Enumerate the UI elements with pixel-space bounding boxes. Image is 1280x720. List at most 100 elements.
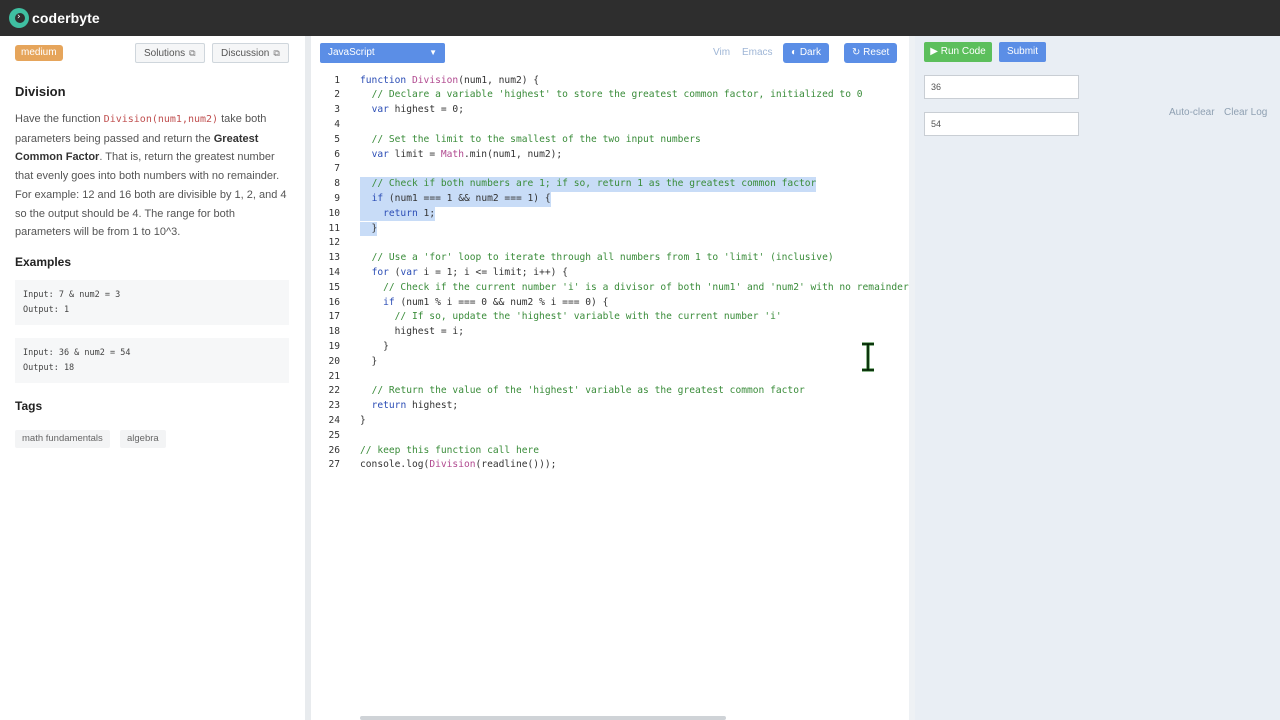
code-text: // If so, update the 'highest' variable … [394, 311, 782, 323]
horizontal-scrollbar[interactable] [360, 716, 726, 720]
coderbyte-logo[interactable]: › coderbyte [9, 8, 100, 28]
code-line[interactable]: 12 [311, 236, 909, 251]
line-number: 13 [328, 252, 340, 264]
code-line[interactable]: 23 return highest; [311, 399, 909, 414]
code-line[interactable]: 11 } [311, 221, 909, 237]
code-line[interactable]: 19 } [311, 340, 909, 355]
submit-button[interactable]: Submit [999, 42, 1046, 62]
clear-log-button[interactable]: Clear Log [1224, 107, 1267, 118]
line-number: 11 [328, 222, 340, 234]
function-signature: Division(num1,num2) [103, 114, 219, 125]
example-block: Input: 36 & num2 = 54 Output: 18 [15, 338, 289, 383]
line-number: 21 [328, 370, 340, 382]
code-text: // Return the value of the 'highest' var… [371, 385, 805, 397]
code-text: // Declare a variable 'highest' to store… [371, 89, 863, 101]
code-line[interactable]: 4 [311, 118, 909, 133]
discussion-button[interactable]: Discussion ⧉ [212, 43, 289, 63]
vim-toggle[interactable]: Vim [713, 47, 730, 58]
example-block: Input: 7 & num2 = 3 Output: 1 [15, 280, 289, 325]
code-line[interactable]: 5 // Set the limit to the smallest of th… [311, 133, 909, 148]
line-number: 12 [328, 237, 340, 249]
code-text: for (var i = 1; i <= limit; i++) { [371, 266, 568, 278]
code-line[interactable]: 1 function Division(num1, num2) { [311, 74, 909, 89]
code-text: if (num1 === 1 && num2 === 1) { [360, 191, 551, 207]
line-number: 3 [334, 104, 340, 116]
code-line[interactable]: 8 // Check if both numbers are 1; if so,… [311, 177, 909, 192]
code-text: function Division(num1, num2) { [360, 74, 540, 86]
code-line[interactable]: 6 var limit = Math.min(num1, num2); [311, 148, 909, 163]
code-text: // Check if the current number 'i' is a … [383, 281, 909, 293]
code-line[interactable]: 14 for (var i = 1; i <= limit; i++) { [311, 266, 909, 281]
code-line[interactable]: 13 // Use a 'for' loop to iterate throug… [311, 251, 909, 266]
code-line[interactable]: 27 console.log(Division(readline())); [311, 458, 909, 473]
code-line[interactable]: 3 var highest = 0; [311, 103, 909, 118]
code-line[interactable]: 9 if (num1 === 1 && num2 === 1) { [311, 191, 909, 207]
auto-clear-toggle[interactable]: Auto-clear [1169, 107, 1215, 118]
code-text: console.log(Division(readline())); [360, 459, 557, 471]
output-panel: ▶ Run Code Submit 36 54 Auto-clear Clear… [915, 36, 1280, 720]
code-line[interactable]: 22 // Return the value of the 'highest' … [311, 384, 909, 399]
logo-text: coderbyte [32, 10, 100, 26]
code-text: } [360, 340, 389, 352]
examples-heading: Examples [15, 255, 72, 269]
code-line[interactable]: 17 // If so, update the 'highest' variab… [311, 310, 909, 325]
code-text: // Check if both numbers are 1; if so, r… [360, 177, 817, 192]
code-line[interactable]: 21 [311, 370, 909, 385]
line-number: 8 [334, 178, 340, 190]
line-number: 4 [334, 118, 340, 130]
line-number: 14 [328, 266, 340, 278]
play-icon: ▶ [930, 46, 938, 57]
line-number: 26 [328, 444, 340, 456]
emacs-toggle[interactable]: Emacs [742, 47, 773, 58]
top-bar: › coderbyte [0, 0, 1280, 36]
code-text: var highest = 0; [371, 104, 464, 116]
code-line[interactable]: 26 // keep this function call here [311, 444, 909, 459]
solutions-label: Solutions [144, 48, 186, 59]
test-input-1[interactable]: 36 [924, 75, 1079, 99]
run-code-button[interactable]: ▶ Run Code [924, 42, 992, 62]
code-line[interactable]: 24} [311, 414, 909, 429]
language-select[interactable]: JavaScript ▼ [320, 43, 445, 63]
line-number: 19 [328, 340, 340, 352]
external-link-icon: ⧉ [189, 48, 196, 58]
code-text: // keep this function call here [360, 444, 540, 456]
reset-button[interactable]: ↻ Reset [844, 43, 898, 63]
code-text: } [360, 221, 378, 237]
code-line[interactable]: 10 return 1; [311, 206, 909, 222]
tag-algebra[interactable]: algebra [120, 430, 166, 448]
code-text: // Use a 'for' loop to iterate through a… [371, 252, 834, 264]
code-area[interactable]: 1 function Division(num1, num2) { 2 // Dec… [311, 73, 909, 713]
challenge-title: Division [15, 84, 66, 99]
tag-math-fundamentals[interactable]: math fundamentals [15, 430, 110, 448]
code-line[interactable]: 25 [311, 429, 909, 444]
code-line[interactable]: 20 } [311, 355, 909, 370]
code-line[interactable]: 7 [311, 162, 909, 177]
code-text: var limit = Math.min(num1, num2); [371, 148, 563, 160]
line-number: 16 [328, 296, 340, 308]
code-text: highest = i; [360, 326, 464, 338]
line-number: 22 [328, 385, 340, 397]
moon-icon: ◐ [791, 47, 798, 58]
dark-mode-button[interactable]: ◐ Dark [783, 43, 829, 63]
line-number: 5 [334, 133, 340, 145]
line-number: 20 [328, 355, 340, 367]
line-number: 18 [328, 326, 340, 338]
line-number: 25 [328, 429, 340, 441]
solutions-button[interactable]: Solutions ⧉ [135, 43, 205, 63]
code-line[interactable]: 18 highest = i; [311, 325, 909, 340]
code-line[interactable]: 2 // Declare a variable 'highest' to sto… [311, 88, 909, 103]
line-number: 24 [328, 414, 340, 426]
line-number: 6 [334, 148, 340, 160]
line-number: 1 [334, 74, 340, 86]
code-editor-panel: JavaScript ▼ Vim Emacs ◐ Dark ↻ Reset 1 f… [311, 36, 919, 720]
code-line[interactable]: 16 if (num1 % i === 0 && num2 % i === 0)… [311, 296, 909, 311]
line-number: 7 [334, 163, 340, 175]
reset-icon: ↻ [852, 47, 861, 58]
code-line[interactable]: 15 // Check if the current number 'i' is… [311, 281, 909, 296]
line-number: 9 [334, 192, 340, 204]
code-text: // Set the limit to the smallest of the … [371, 133, 701, 145]
test-input-2[interactable]: 54 [924, 112, 1079, 136]
line-number: 10 [328, 207, 340, 219]
discussion-label: Discussion [221, 48, 270, 59]
line-number: 23 [328, 400, 340, 412]
